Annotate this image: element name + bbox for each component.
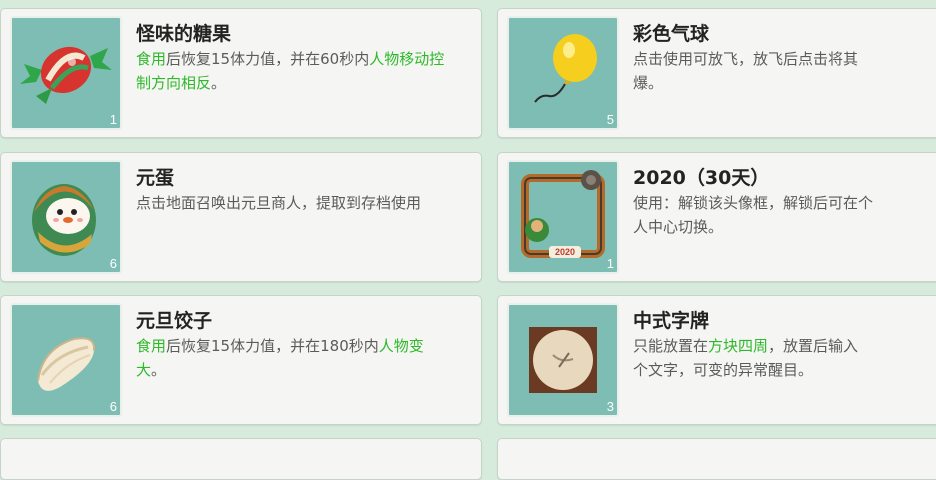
balloon-icon xyxy=(534,34,597,103)
item-thumbnail: 1 xyxy=(10,16,122,130)
item-description: 只能放置在方块四周，放置后输入 个文字，可变的异常醒目。 xyxy=(633,337,859,379)
item-description: 使用：解锁该头像框，解锁后可在个 人中心切换。 xyxy=(633,194,874,236)
item-count: 6 xyxy=(109,256,117,271)
item-card-partial[interactable] xyxy=(0,438,482,480)
item-count: 5 xyxy=(606,112,614,127)
item-description: 点击地面召唤出元旦商人，提取到存档使用 xyxy=(136,194,422,212)
item-card-egg[interactable]: 6 元蛋 点击地面召唤出元旦商人，提取到存档使用 xyxy=(0,152,482,282)
item-card-avatar-frame[interactable]: 2020 1 2020（30天） 使用：解锁该头像框，解锁后可在个 人中心切换。 xyxy=(497,152,936,282)
item-card-partial[interactable] xyxy=(497,438,936,480)
item-count: 1 xyxy=(606,256,614,271)
item-title: 彩色气球 xyxy=(633,23,710,45)
item-thumbnail: 5 xyxy=(507,16,619,130)
item-title: 怪味的糖果 xyxy=(136,23,232,45)
item-card-candy[interactable]: 1 怪味的糖果 食用后恢复15体力值，并在60秒内人物移动控制方向相反。 xyxy=(0,8,482,138)
item-thumbnail: 3 xyxy=(507,303,619,417)
frame-year-text: 2020 xyxy=(555,247,575,257)
item-count: 1 xyxy=(109,112,117,127)
item-card-balloon[interactable]: 5 彩色气球 点击使用可放飞，放飞后点击将其 爆。 xyxy=(497,8,936,138)
dumpling-icon xyxy=(37,337,96,391)
avatar-frame-icon: 2020 xyxy=(521,170,605,258)
chinese-sign-icon xyxy=(529,327,597,393)
item-thumbnail: 6 xyxy=(10,160,122,274)
item-card-chinese-sign[interactable]: 3 中式字牌 只能放置在方块四周，放置后输入 个文字，可变的异常醒目。 xyxy=(497,295,936,425)
candy-icon xyxy=(20,46,112,104)
item-count: 6 xyxy=(109,399,117,414)
item-count: 3 xyxy=(606,399,614,414)
item-card-dumpling[interactable]: 6 元旦饺子 食用后恢复15体力值，并在180秒内人物变大。 xyxy=(0,295,482,425)
item-title: 中式字牌 xyxy=(633,310,710,332)
item-description: 食用后恢复15体力值，并在60秒内人物移动控制方向相反。 xyxy=(136,50,445,92)
item-title: 元旦饺子 xyxy=(136,310,213,332)
item-description: 食用后恢复15体力值，并在180秒内人物变大。 xyxy=(136,337,424,379)
item-description: 点击使用可放飞，放飞后点击将其 爆。 xyxy=(633,50,859,92)
egg-icon xyxy=(32,184,96,256)
item-title: 元蛋 xyxy=(136,167,175,189)
item-thumbnail: 2020 1 xyxy=(507,160,619,274)
item-title: 2020（30天） xyxy=(633,167,770,189)
item-thumbnail: 6 xyxy=(10,303,122,417)
